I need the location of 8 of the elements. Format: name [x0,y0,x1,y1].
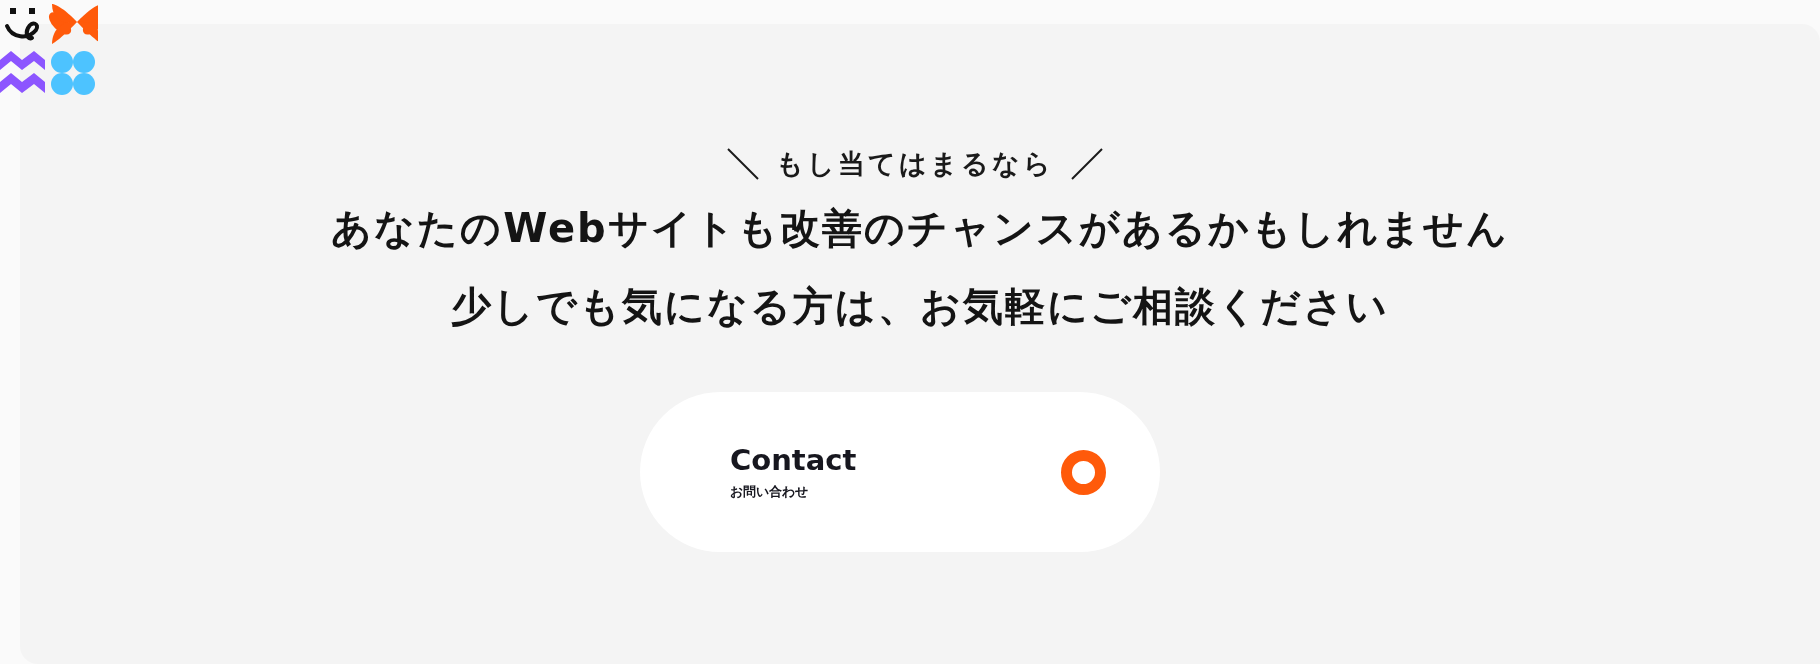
slash-decoration [1070,147,1104,181]
contact-button[interactable]: Contact お問い合わせ [640,392,1160,552]
backslash-decoration [726,147,760,181]
heading-line: あなたのWebサイトも改善のチャンスがあるかもしれません [331,204,1509,252]
circle-icon [1061,449,1106,495]
contact-sublabel: お問い合わせ [730,485,809,498]
tagline: もし当てはまるなら [776,147,1054,181]
heading-line: 少しでも気になる方は、お気軽にご相談ください [451,282,1389,330]
